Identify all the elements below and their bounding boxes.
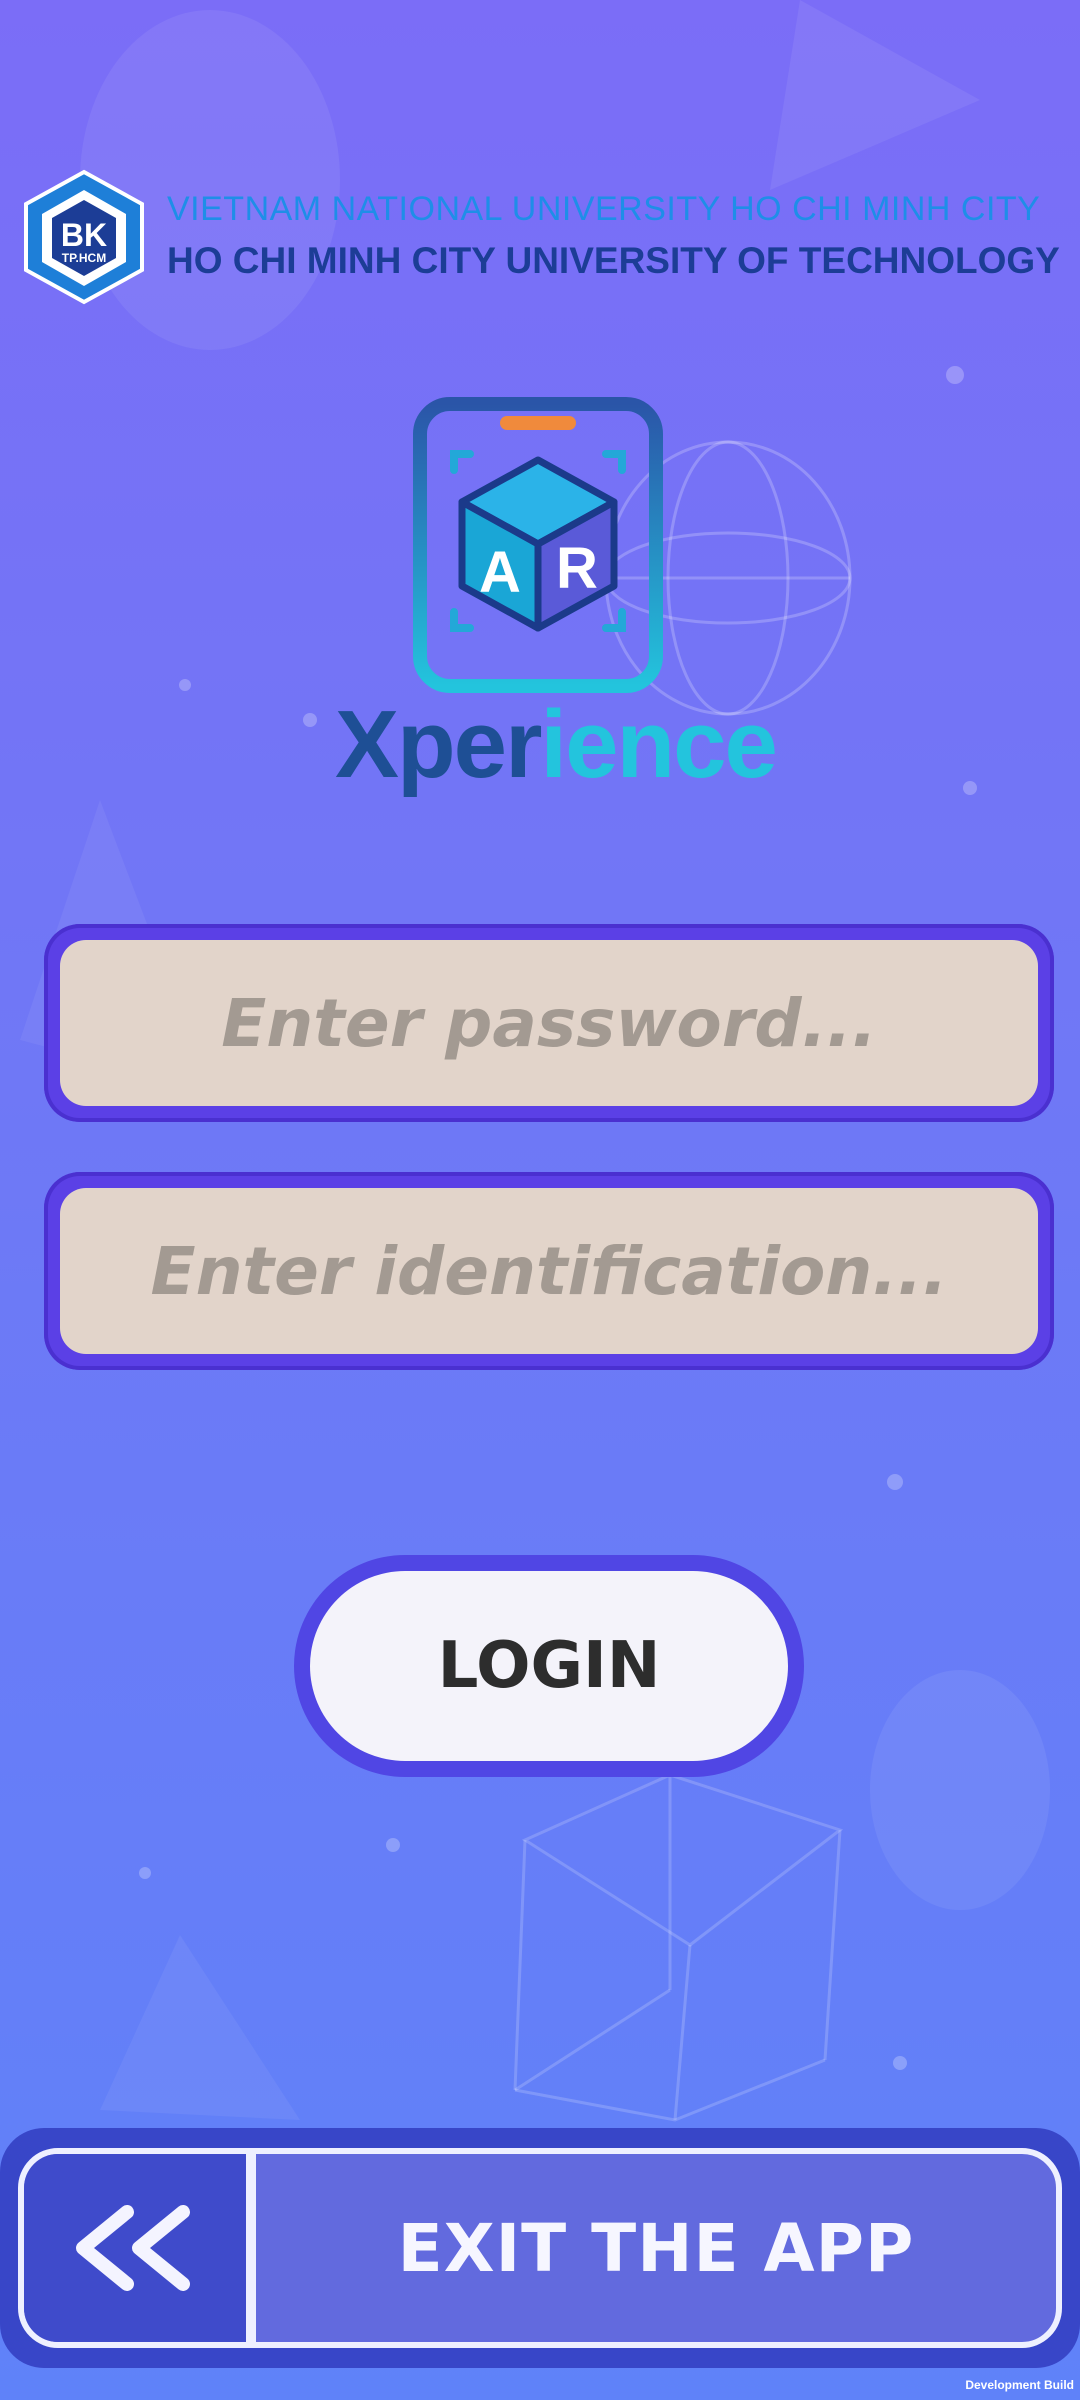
university-name-line1: VIETNAM NATIONAL UNIVERSITY HO CHI MINH … [167,190,1041,228]
exit-app-label: EXIT THE APP [397,2209,915,2287]
login-button-frame: LOGIN [294,1555,804,1777]
back-button[interactable] [24,2154,256,2342]
password-field-frame [44,924,1054,1122]
ar-icon-letter-a: A [479,540,521,605]
identification-input[interactable] [60,1188,1038,1354]
login-button[interactable]: LOGIN [310,1571,788,1761]
development-build-label: Development Build [965,2378,1074,2392]
university-name-line2: HO CHI MINH CITY UNIVERSITY OF TECHNOLOG… [167,240,1060,281]
password-input[interactable] [60,940,1038,1106]
identification-field-frame [44,1172,1054,1370]
bk-logo-text: BK [61,217,107,253]
brand-part-light: ience [540,691,777,798]
exit-bar: EXIT THE APP [0,2128,1080,2368]
ar-icon-letter-r: R [556,536,598,601]
university-header: BK TP.HCM VIETNAM NATIONAL UNIVERSITY HO… [0,160,1080,310]
exit-app-button[interactable]: EXIT THE APP [18,2148,1062,2348]
double-chevron-left-icon [76,2205,190,2291]
brand-part-dark: Xper [335,691,542,798]
bk-university-logo: BK TP.HCM [24,169,144,305]
app-brand-name: Xperience [335,690,778,800]
bk-logo-subtext: TP.HCM [62,251,106,265]
